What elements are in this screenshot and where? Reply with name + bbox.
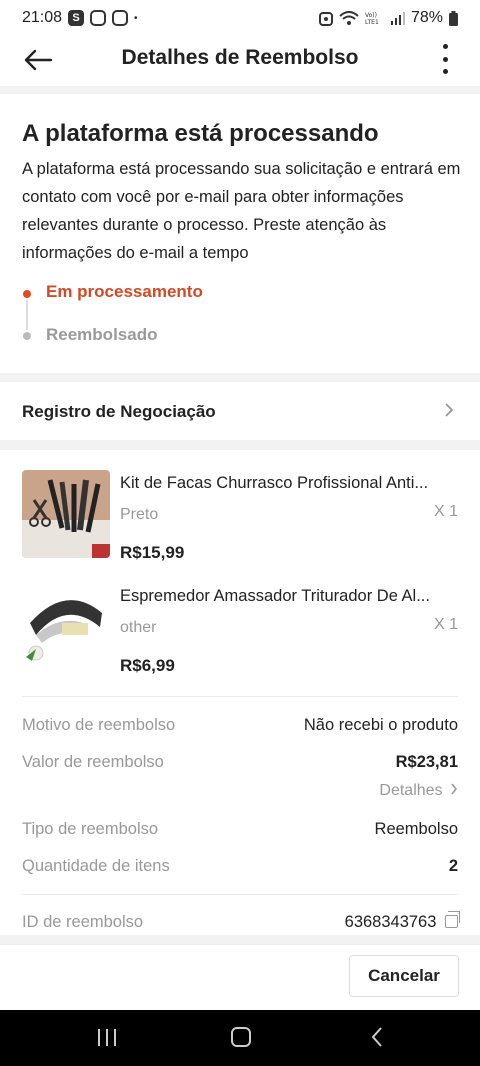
refund-type-label: Tipo de reembolso	[22, 820, 159, 838]
bottom-action-bar: Cancelar	[0, 944, 480, 1010]
product-item[interactable]: Kit de Facas Churrasco Profissional Anti…	[22, 470, 458, 570]
product-image-knives	[22, 470, 110, 558]
product-quantity: X 1	[433, 616, 458, 633]
product-quantity: X 1	[433, 503, 458, 520]
product-name: Espremedor Amassador Triturador De Al...	[120, 587, 430, 605]
chevron-right-icon	[445, 403, 454, 417]
details-link-label: Detalhes	[379, 782, 443, 799]
clock: 21:08	[22, 9, 63, 26]
volte-icon: Vo))LTE1	[365, 12, 379, 25]
instagram-icon	[90, 10, 107, 26]
svg-text:Vo)): Vo))	[365, 12, 377, 19]
details-link[interactable]: Detalhes	[379, 782, 458, 800]
signal-icon	[390, 12, 405, 25]
step-processing: Em processamento	[46, 282, 203, 301]
status-bar: 21:08 S • Vo)) LTE1 78%	[0, 0, 480, 36]
recent-apps-button[interactable]	[98, 1029, 116, 1046]
refund-reason-label: Motivo de reembolso	[22, 716, 176, 734]
refund-details-card: Kit de Facas Churrasco Profissional Anti…	[0, 450, 480, 935]
step-inactive-dot	[23, 332, 31, 340]
step-refunded: Reembolsado	[46, 325, 158, 344]
more-options-button[interactable]	[440, 44, 450, 74]
home-button[interactable]	[231, 1027, 251, 1047]
product-price: R$15,99	[120, 543, 185, 562]
refund-type-value: Reembolso	[374, 820, 458, 838]
product-name: Kit de Facas Churrasco Profissional Anti…	[120, 474, 429, 492]
svg-text:LTE1: LTE1	[365, 19, 379, 25]
system-nav-bar	[0, 1010, 480, 1066]
battery-percent: 78%	[410, 9, 443, 26]
wifi-icon	[339, 11, 359, 25]
product-variant: other	[120, 619, 157, 636]
copy-icon[interactable]	[445, 911, 460, 928]
more-notifications-dot: •	[134, 12, 138, 24]
item-quantity-label: Quantidade de itens	[22, 857, 170, 875]
status-description: A plataforma está processando sua solici…	[22, 160, 461, 262]
chevron-right-icon	[451, 783, 458, 795]
product-variant: Preto	[120, 506, 159, 523]
nav-back-icon[interactable]	[370, 1026, 384, 1048]
alarm-icon	[318, 12, 333, 26]
cancel-button[interactable]: Cancelar	[349, 955, 459, 997]
step-connector	[26, 300, 28, 330]
instagram-icon	[112, 10, 129, 26]
s-app-icon: S	[68, 10, 85, 26]
divider	[22, 696, 458, 697]
page-title: Detalhes de Reembolso	[121, 46, 359, 69]
status-heading: A plataforma está processando	[22, 120, 379, 147]
product-image-garlic-press	[22, 583, 110, 671]
battery-icon	[449, 10, 458, 26]
product-item[interactable]: Espremedor Amassador Triturador De Al...…	[22, 583, 458, 683]
product-price: R$6,99	[120, 656, 175, 675]
refund-amount-label: Valor de reembolso	[22, 753, 164, 771]
item-quantity-value: 2	[448, 857, 458, 875]
refund-reason-value: Não recebi o produto	[303, 716, 458, 734]
divider	[22, 894, 458, 895]
negotiation-record-row[interactable]: Registro de Negociação	[0, 382, 480, 440]
refund-id-value: 6368343763	[344, 913, 437, 931]
app-bar: Detalhes de Reembolso	[0, 36, 480, 86]
negotiation-label: Registro de Negociação	[22, 402, 216, 421]
refund-status-card: A plataforma está processando A platafor…	[0, 94, 480, 373]
step-active-dot	[23, 290, 31, 298]
refund-id-label: ID de reembolso	[22, 913, 144, 931]
refund-amount-value: R$23,81	[395, 753, 458, 771]
